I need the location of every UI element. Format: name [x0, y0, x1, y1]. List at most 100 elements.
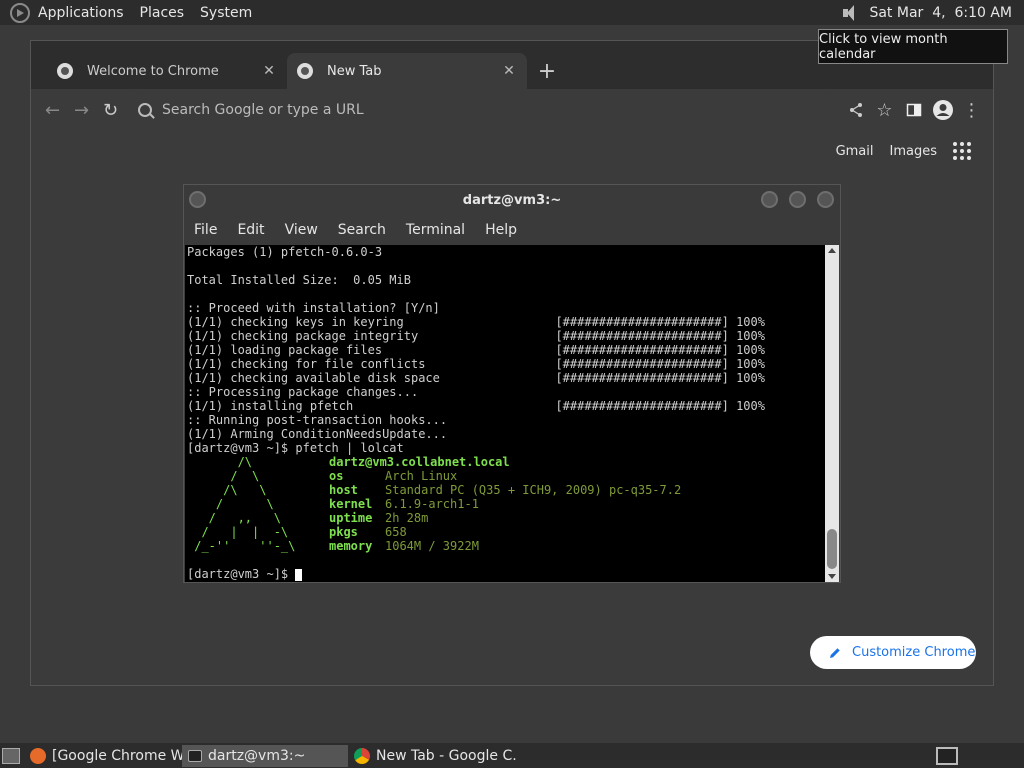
terminal-line: (1/1) installing pfetch [###############… [187, 399, 765, 413]
menu-terminal[interactable]: Terminal [398, 222, 473, 238]
bookmark-star-icon[interactable]: ☆ [873, 96, 896, 124]
pfetch-key: kernel [329, 497, 373, 511]
terminal-line: (1/1) loading package files [###########… [187, 343, 765, 357]
maximize-icon[interactable] [789, 191, 806, 208]
os-logo-icon[interactable] [10, 2, 30, 23]
pfetch-val: 1064M / 3922M [385, 539, 479, 553]
new-tab-button[interactable]: + [533, 57, 561, 85]
menu-search[interactable]: Search [330, 222, 394, 238]
ntp-links: Gmail Images [836, 142, 971, 160]
taskbar-label: New Tab - Google C... [376, 747, 518, 764]
scrollbar-thumb[interactable] [827, 529, 837, 569]
omnibox[interactable]: Search Google or type a URL [128, 93, 838, 127]
browser-icon [30, 747, 46, 764]
close-icon[interactable] [817, 191, 834, 208]
show-desktop-icon[interactable] [2, 747, 20, 764]
forward-button[interactable]: → [70, 96, 93, 124]
minimize-icon[interactable] [761, 191, 778, 208]
terminal-line: Packages (1) pfetch-0.6.0-3 [187, 245, 383, 259]
terminal-output[interactable]: Packages (1) pfetch-0.6.0-3 Total Instal… [185, 245, 827, 582]
pfetch-host: dartz@vm3.collabnet.local [329, 455, 510, 469]
terminal-menubar: File Edit View Search Terminal Help [184, 215, 840, 245]
search-icon [138, 103, 152, 117]
share-icon [849, 103, 862, 117]
menu-file[interactable]: File [186, 222, 225, 238]
volume-icon[interactable] [841, 4, 859, 22]
clock-tooltip: Click to view month calendar [818, 29, 1008, 64]
side-panel-icon [906, 103, 921, 117]
terminal-line: (1/1) checking for file conflicts [#####… [187, 357, 765, 371]
scroll-up-icon[interactable] [828, 248, 836, 253]
share-button[interactable] [844, 96, 867, 124]
terminal-line: :: Running post-transaction hooks... [187, 413, 448, 427]
menu-help[interactable]: Help [477, 222, 525, 238]
reload-button[interactable]: ↻ [99, 96, 122, 124]
pfetch-val: 658 [385, 525, 407, 539]
terminal-line: Total Installed Size: 0.05 MiB [187, 273, 411, 287]
terminal-line: :: Proceed with installation? [Y/n] [187, 301, 440, 315]
scroll-down-icon[interactable] [828, 574, 836, 579]
tab-close-icon[interactable]: ✕ [501, 63, 517, 79]
tab-welcome[interactable]: Welcome to Chrome ✕ [47, 53, 287, 89]
terminal-title: dartz@vm3:~ [462, 192, 562, 208]
terminal-prompt-line: [dartz@vm3 ~]$ [187, 567, 827, 581]
pfetch-val: Arch Linux [385, 469, 458, 483]
pfetch-val: Standard PC (Q35 + ICH9, 2009) pc-q35-7.… [385, 483, 682, 497]
pfetch-key: host [329, 483, 358, 497]
window-menu-icon[interactable] [189, 191, 206, 208]
menu-view[interactable]: View [277, 222, 326, 238]
chrome-favicon-icon [57, 63, 73, 79]
gmail-link[interactable]: Gmail [836, 144, 874, 159]
pfetch-key: memory [329, 539, 373, 553]
tab-title: New Tab [327, 63, 382, 79]
customize-chrome-button[interactable]: Customize Chrome [810, 636, 976, 669]
pfetch-key: pkgs [329, 525, 358, 539]
taskbar-item[interactable]: [Google Chrome W... [24, 745, 182, 767]
clock[interactable]: Sat Mar 4, 6:10 AM [869, 5, 1012, 21]
tab-close-icon[interactable]: ✕ [261, 63, 277, 79]
pencil-icon [830, 647, 840, 658]
menu-edit[interactable]: Edit [229, 222, 272, 238]
taskbar-label: dartz@vm3:~ [208, 747, 306, 764]
terminal-scrollbar[interactable] [825, 245, 839, 582]
terminal-line: (1/1) checking package integrity [######… [187, 329, 765, 343]
apps-grid-icon[interactable] [953, 142, 971, 160]
pfetch-key: os [329, 469, 344, 483]
taskbar-item[interactable]: New Tab - Google C... [348, 745, 518, 767]
menu-places[interactable]: Places [132, 5, 193, 21]
chrome-menu-button[interactable]: ⋮ [960, 96, 983, 124]
menu-applications[interactable]: Applications [30, 5, 132, 21]
terminal-line: (1/1) checking available disk space [###… [187, 371, 765, 385]
terminal-line: (1/1) Arming ConditionNeedsUpdate... [187, 427, 448, 441]
avatar-icon [932, 100, 953, 120]
terminal-titlebar[interactable]: dartz@vm3:~ [184, 185, 840, 215]
pfetch-info: dartz@vm3.collabnet.local os Arch Linux h… [329, 455, 681, 553]
workspace-switcher-icon[interactable] [936, 746, 958, 765]
menu-system[interactable]: System [192, 5, 260, 21]
panel-tray: Sat Mar 4, 6:10 AM [841, 4, 1012, 22]
arch-logo-art: /\ / \ /\ \ / \ / ,, \ / | | -\ /_-'' ''… [187, 455, 296, 553]
terminal-icon [188, 749, 202, 762]
terminal-line: [dartz@vm3 ~]$ pfetch | lolcat [187, 441, 404, 455]
images-link[interactable]: Images [890, 144, 938, 159]
tab-title: Welcome to Chrome [87, 63, 219, 79]
terminal-line: :: Processing package changes... [187, 385, 419, 399]
pfetch-val: 2h 28m [385, 511, 429, 525]
toolbar: ← → ↻ Search Google or type a URL ☆ ⋮ [31, 89, 993, 131]
tab-new-tab[interactable]: New Tab ✕ [287, 53, 527, 89]
back-button[interactable]: ← [41, 96, 64, 124]
pfetch-output: /\ / \ /\ \ / \ / ,, \ / | | -\ /_-'' ''… [187, 455, 827, 553]
pfetch-key: uptime [329, 511, 373, 525]
profile-button[interactable] [931, 96, 954, 124]
chrome-favicon-icon [297, 63, 313, 79]
terminal-prompt: [dartz@vm3 ~]$ [187, 567, 296, 581]
taskbar-label: [Google Chrome W... [52, 747, 182, 764]
bottom-panel: [Google Chrome W... dartz@vm3:~ New Tab … [0, 743, 1024, 768]
chrome-icon [354, 747, 370, 764]
top-panel: Applications Places System Sat Mar 4, 6:… [0, 0, 1024, 25]
taskbar-item-active[interactable]: dartz@vm3:~ [182, 744, 348, 767]
side-panel-button[interactable] [902, 96, 925, 124]
top-menu: Applications Places System [4, 2, 260, 23]
